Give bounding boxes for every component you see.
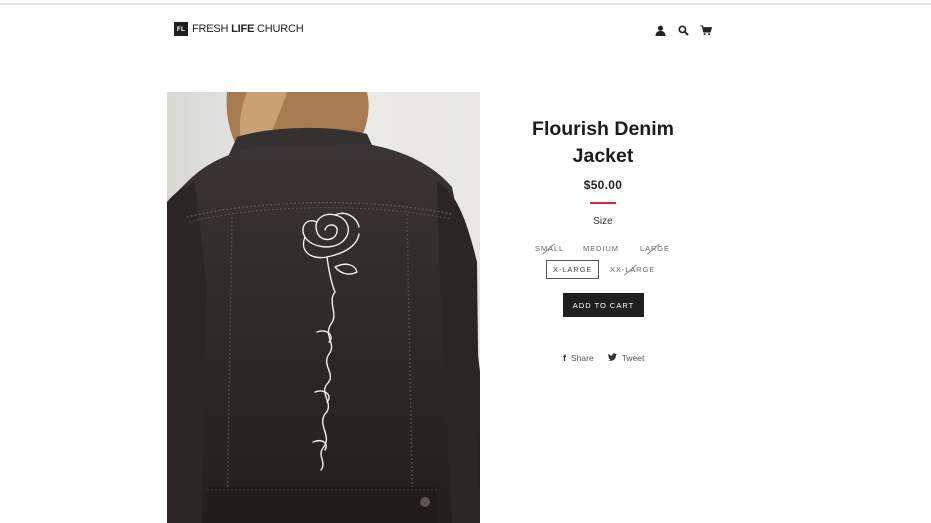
share-facebook-link[interactable]: f Share bbox=[563, 353, 594, 363]
search-icon[interactable] bbox=[676, 23, 690, 37]
site-logo[interactable]: FL Fresh Life Church bbox=[174, 22, 304, 36]
jacket-photo bbox=[167, 92, 480, 523]
share-label: Share bbox=[571, 353, 594, 363]
share-row: f Share Tweet bbox=[563, 353, 644, 363]
product-title: Flourish Denim Jacket bbox=[532, 118, 674, 167]
product-info: Flourish Denim Jacket $50.00 Size bbox=[503, 116, 703, 227]
twitter-icon bbox=[607, 353, 617, 363]
product-price: $50.00 bbox=[583, 178, 623, 192]
logo-mark: FL bbox=[174, 22, 188, 36]
account-icon[interactable] bbox=[653, 23, 667, 37]
price-divider bbox=[590, 202, 616, 204]
logo-text-bold: Life bbox=[231, 23, 255, 35]
size-option-large[interactable]: Large bbox=[640, 244, 670, 253]
facebook-icon: f bbox=[563, 353, 566, 363]
size-option-small[interactable]: Small bbox=[535, 244, 564, 253]
size-label: Size bbox=[593, 216, 613, 227]
size-option-medium[interactable]: Medium bbox=[583, 244, 619, 253]
size-option-xlarge[interactable]: X-Large bbox=[546, 260, 600, 279]
cart-icon[interactable] bbox=[699, 23, 713, 37]
top-divider bbox=[0, 3, 931, 5]
logo-text-part: Fresh bbox=[192, 23, 232, 35]
header-icons bbox=[653, 23, 713, 37]
tweet-label: Tweet bbox=[621, 353, 645, 363]
logo-text-part: Church bbox=[254, 23, 304, 35]
logo-text: Fresh Life Church bbox=[192, 23, 304, 35]
share-twitter-link[interactable]: Tweet bbox=[607, 353, 645, 363]
add-to-cart-button[interactable]: Add to Cart bbox=[563, 293, 644, 317]
size-option-xxlarge[interactable]: XX-Large bbox=[610, 265, 655, 274]
product-image[interactable] bbox=[167, 92, 480, 523]
